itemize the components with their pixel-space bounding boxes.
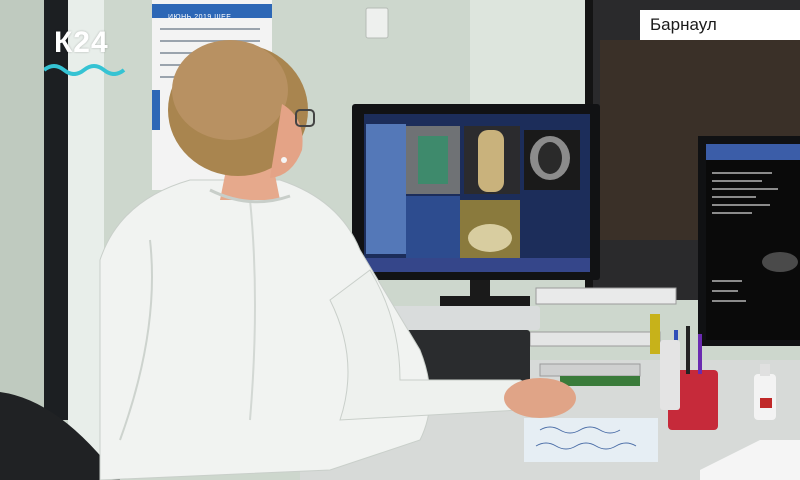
- calendar-month-label: ИЮНЬ 2019 ШЕЕ: [168, 14, 232, 21]
- right-monitor: [698, 136, 800, 346]
- wave-icon: [44, 64, 126, 76]
- main-monitor: [352, 104, 600, 306]
- light-switch: [365, 7, 389, 39]
- location-badge: Барнаул: [640, 10, 800, 40]
- mousepad: [524, 418, 658, 462]
- channel-logo: К24: [44, 26, 130, 80]
- channel-logo-text: К24: [54, 26, 109, 59]
